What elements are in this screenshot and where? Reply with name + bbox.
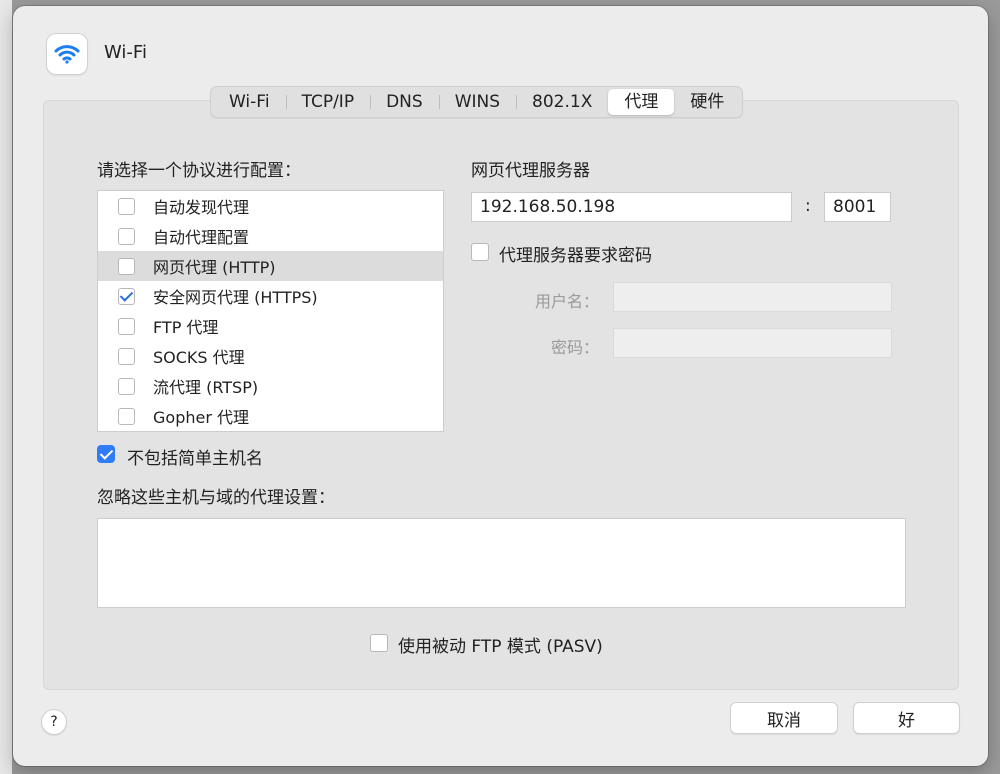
network-proxy-dialog: Wi-Fi Wi-Fi TCP/IP DNS WINS 802.1X 代理 硬件… [13, 6, 988, 766]
list-item[interactable]: 安全网页代理 (HTTPS) [98, 281, 443, 311]
protocol-checkbox[interactable] [118, 287, 135, 305]
tab-wifi[interactable]: Wi-Fi [213, 89, 286, 115]
tab-proxies[interactable]: 代理 [608, 89, 675, 115]
list-item[interactable]: 自动发现代理 [98, 191, 443, 221]
tab-hardware[interactable]: 硬件 [674, 89, 740, 115]
protocol-checkbox[interactable] [118, 227, 135, 245]
username-field[interactable] [613, 282, 892, 312]
exclude-simple-hostnames-label: 不包括简单主机名 [127, 449, 263, 469]
protocol-label: Gopher 代理 [153, 408, 249, 427]
proxy-server-heading: 网页代理服务器 [471, 161, 590, 181]
protocol-list[interactable]: 自动发现代理 自动代理配置 网页代理 (HTTP) 安全网页代理 (HTTPS)… [97, 190, 444, 432]
protocol-label: 安全网页代理 (HTTPS) [153, 288, 318, 307]
password-label: 密码： [550, 338, 599, 357]
list-item[interactable]: FTP 代理 [98, 311, 443, 341]
cancel-button[interactable]: 取消 [730, 702, 838, 734]
exclude-simple-hostnames-checkbox[interactable] [97, 445, 115, 463]
wifi-icon [54, 45, 80, 64]
tab-tcpip[interactable]: TCP/IP [285, 89, 371, 115]
protocol-checkbox[interactable] [118, 197, 135, 215]
help-button[interactable]: ? [41, 709, 67, 735]
protocol-checkbox[interactable] [118, 257, 135, 275]
requires-password-label: 代理服务器要求密码 [499, 246, 652, 266]
tab-dns[interactable]: DNS [370, 89, 439, 115]
requires-password-checkbox[interactable] [471, 243, 489, 261]
list-item[interactable]: SOCKS 代理 [98, 341, 443, 371]
proxy-port-field[interactable]: 8001 [824, 192, 891, 222]
protocol-label: 自动发现代理 [153, 198, 250, 217]
list-item[interactable]: 网页代理 (HTTP) [98, 251, 443, 281]
passive-ftp-checkbox[interactable] [370, 634, 388, 652]
list-item[interactable]: 自动代理配置 [98, 221, 443, 251]
username-label: 用户名： [534, 292, 599, 311]
protocol-list-heading: 请选择一个协议进行配置： [97, 161, 301, 181]
list-item[interactable]: 流代理 (RTSP) [98, 371, 443, 401]
tab-bar: Wi-Fi TCP/IP DNS WINS 802.1X 代理 硬件 [210, 86, 744, 118]
protocol-label: 网页代理 (HTTP) [153, 258, 276, 277]
window-title: Wi-Fi [104, 42, 147, 63]
protocol-label: SOCKS 代理 [153, 348, 245, 367]
proxy-host-field[interactable]: 192.168.50.198 [471, 192, 792, 222]
protocol-checkbox[interactable] [118, 407, 135, 425]
protocol-checkbox[interactable] [118, 377, 135, 395]
list-item[interactable]: Gopher 代理 [98, 401, 443, 431]
protocol-label: 自动代理配置 [153, 228, 250, 247]
tab-wins[interactable]: WINS [438, 89, 516, 115]
protocol-label: FTP 代理 [153, 318, 219, 337]
bypass-hosts-textarea[interactable] [97, 518, 906, 608]
protocol-checkbox[interactable] [118, 317, 135, 335]
protocol-label: 流代理 (RTSP) [153, 378, 259, 397]
passive-ftp-label: 使用被动 FTP 模式 (PASV) [398, 637, 603, 657]
bypass-heading: 忽略这些主机与域的代理设置： [97, 488, 335, 508]
ok-button[interactable]: 好 [853, 702, 960, 734]
tab-8021x[interactable]: 802.1X [516, 89, 608, 115]
background-window-edge [0, 0, 12, 774]
wifi-app-icon [47, 34, 87, 74]
host-port-separator: : [805, 196, 811, 216]
password-field[interactable] [613, 328, 892, 358]
protocol-checkbox[interactable] [118, 347, 135, 365]
